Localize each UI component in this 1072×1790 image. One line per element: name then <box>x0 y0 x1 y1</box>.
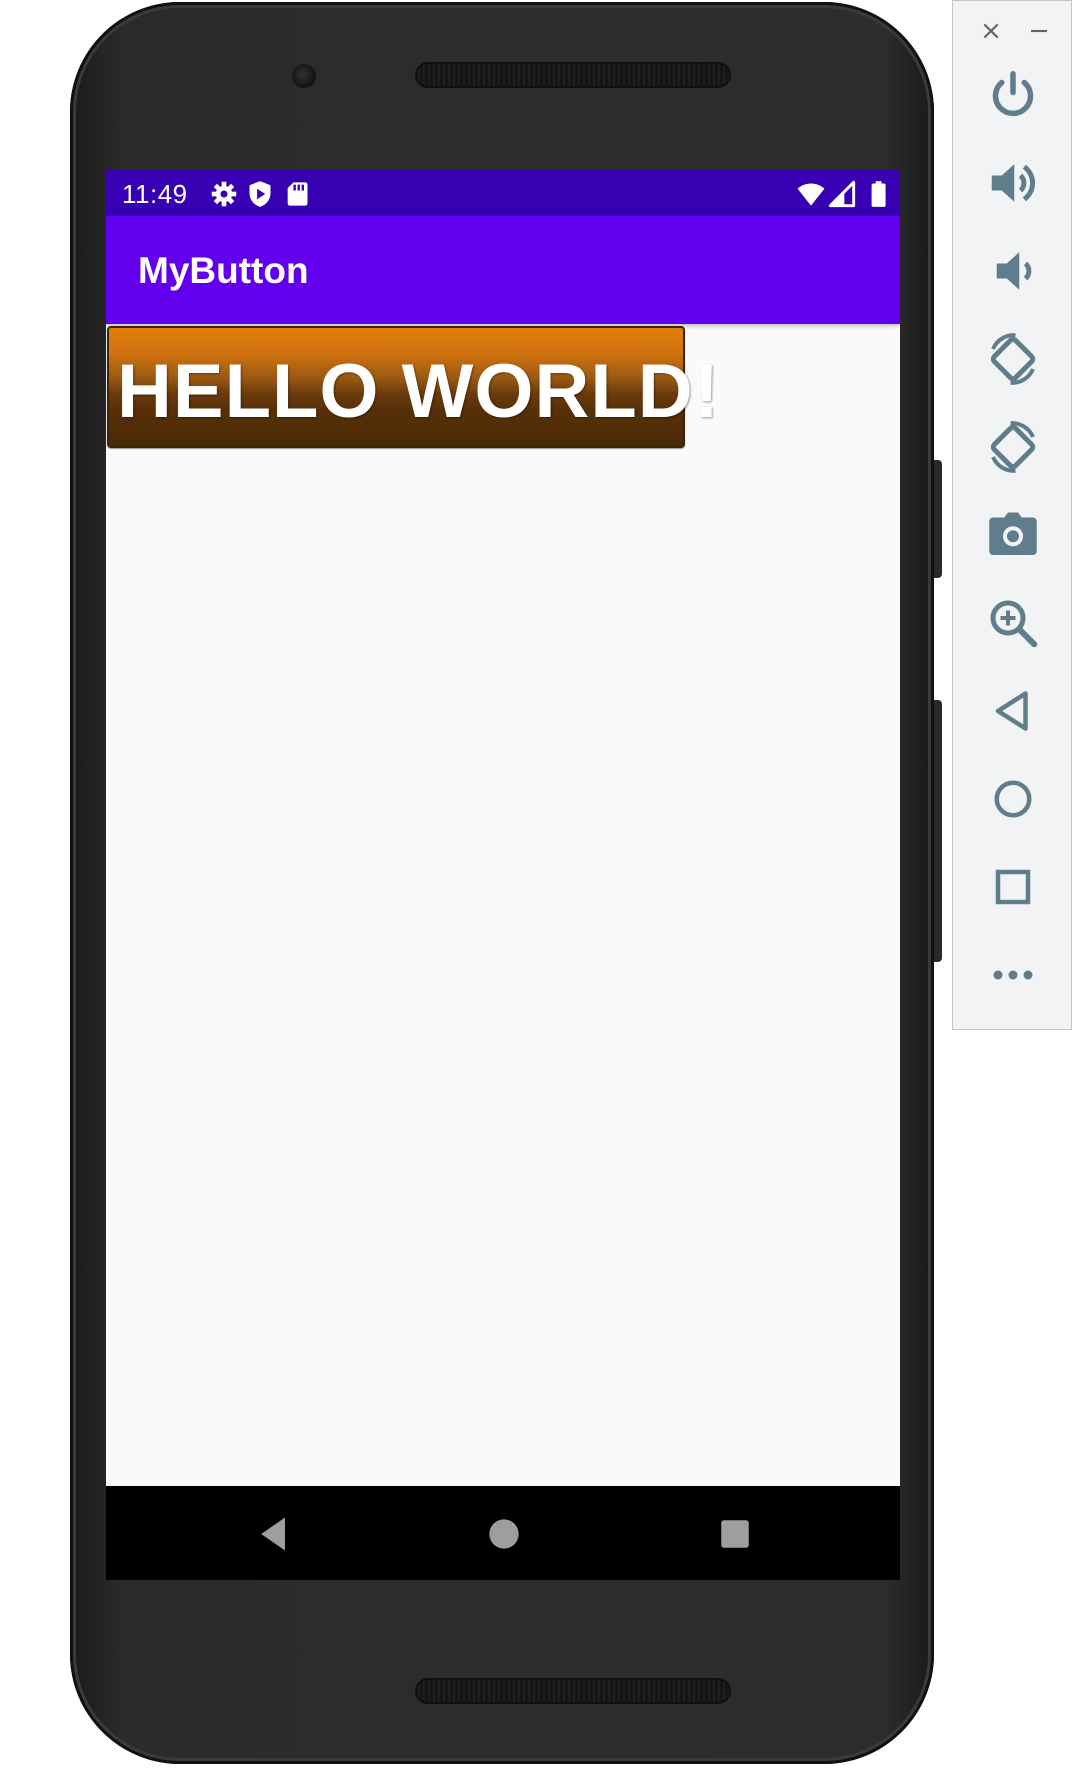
back-button[interactable] <box>983 681 1043 741</box>
status-bar: 11:49 <box>106 170 900 216</box>
more-icon <box>993 970 1033 980</box>
battery-icon <box>871 181 886 207</box>
volume-up-icon <box>991 164 1036 202</box>
app-bar: MyButton <box>106 216 900 324</box>
power-icon <box>992 71 1034 117</box>
wifi-icon <box>797 183 825 206</box>
power-button[interactable] <box>983 65 1043 125</box>
app-title: MyButton <box>138 250 309 291</box>
nav-home-button[interactable] <box>482 1512 526 1556</box>
volume-down-icon <box>996 252 1032 290</box>
nav-back-button[interactable] <box>252 1512 296 1556</box>
front-camera <box>292 64 316 88</box>
back-icon <box>995 691 1028 731</box>
settings-icon <box>211 181 237 207</box>
top-speaker <box>415 62 731 88</box>
bottom-speaker <box>415 1678 731 1704</box>
home-icon <box>994 780 1032 818</box>
more-button[interactable] <box>983 945 1043 1005</box>
overview-icon <box>995 869 1031 905</box>
zoom-button[interactable] <box>983 593 1043 653</box>
status-time: 11:49 <box>122 179 188 209</box>
cell-signal-icon <box>828 180 856 208</box>
zoom-icon <box>990 600 1038 648</box>
device-screen: 11:49 MyButton HELLO WORLD! <box>106 170 900 1580</box>
rotate-right-button[interactable] <box>983 417 1043 477</box>
rotate-left-icon <box>990 333 1036 385</box>
screenshot-button[interactable] <box>983 505 1043 565</box>
volume-side-button <box>934 700 942 962</box>
recents-icon <box>721 1520 749 1548</box>
sd-card-icon <box>287 182 308 206</box>
power-side-button <box>934 460 942 578</box>
shield-play-icon <box>249 181 271 207</box>
camera-icon <box>989 512 1037 555</box>
home-button[interactable] <box>983 769 1043 829</box>
rotate-left-button[interactable] <box>983 329 1043 389</box>
rotate-right-icon <box>990 421 1036 473</box>
hello-world-button[interactable]: HELLO WORLD! <box>107 326 719 448</box>
navigation-bar <box>106 1486 900 1580</box>
volume-down-button[interactable] <box>983 241 1043 301</box>
nav-recents-button[interactable] <box>713 1512 757 1556</box>
back-icon <box>261 1517 285 1551</box>
volume-up-button[interactable] <box>983 153 1043 213</box>
overview-button[interactable] <box>983 857 1043 917</box>
emulator-toolbar <box>952 0 1072 1030</box>
minimize-icon[interactable] <box>1023 15 1055 47</box>
hello-world-button-label: HELLO WORLD! <box>117 349 721 434</box>
home-icon <box>489 1519 519 1549</box>
close-icon[interactable] <box>975 15 1007 47</box>
